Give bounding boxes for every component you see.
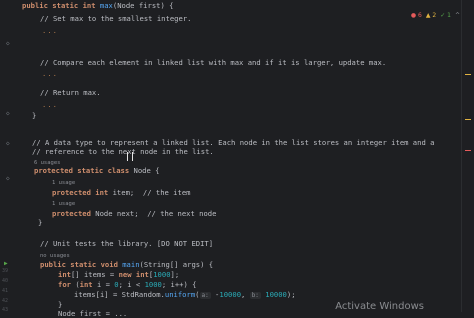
check-count-value: 1 — [447, 12, 451, 19]
code-token: ; i++) { — [161, 280, 197, 289]
check-count[interactable]: ✓ 1 — [440, 12, 451, 19]
code-token: main — [122, 260, 140, 269]
code-line[interactable]: protected static class Node { — [34, 166, 160, 175]
code-line[interactable]: for (int i = 0; i < 1000; i++) { — [58, 280, 197, 289]
code-token: public static int — [22, 1, 100, 10]
code-token: int — [58, 270, 71, 279]
error-count-value: 6 — [418, 12, 422, 19]
code-line[interactable]: } — [38, 218, 42, 227]
editor-gutter: ◇ ◇ ◇ ◇ ▶ 39 40 41 42 43 — [0, 0, 29, 313]
code-token: protected — [52, 209, 96, 218]
code-token: ; // the next node — [134, 209, 217, 218]
code-line[interactable]: ... — [42, 69, 58, 78]
code-token: item; // the item — [112, 188, 191, 197]
code-token: // reference to the next node in the lis… — [32, 147, 214, 156]
code-token: Node first = ... — [58, 309, 128, 318]
fold-icon[interactable]: ◇ — [6, 110, 10, 117]
code-token: public static void — [40, 260, 123, 269]
code-editor[interactable]: public static int max(Node first) { // S… — [22, 0, 462, 318]
code-token: ; i < — [118, 280, 145, 289]
code-token: ( — [195, 290, 200, 299]
code-line[interactable]: Node first = ... — [58, 309, 127, 318]
code-token: protected int — [52, 188, 113, 197]
code-token: 10000 — [265, 290, 287, 299]
parameter-hint: b: — [249, 292, 261, 299]
code-token: ); — [286, 290, 296, 299]
code-line[interactable]: // A data type to represent a linked lis… — [32, 138, 434, 147]
code-line[interactable]: protected int item; // the item — [52, 188, 190, 197]
code-token: // Return max. — [40, 88, 101, 97]
code-token: [] items = — [70, 270, 119, 279]
code-token: // A data type to represent a linked lis… — [32, 138, 435, 147]
code-token: for — [58, 280, 76, 289]
code-token: new int — [118, 270, 149, 279]
code-token: protected static class — [34, 166, 134, 175]
code-token: ... — [42, 100, 58, 109]
code-line[interactable]: } — [32, 111, 36, 120]
code-line[interactable]: // Set max to the smallest integer. — [40, 14, 191, 23]
code-token: (String[] args) { — [139, 260, 214, 269]
code-token: // Set max to the smallest integer. — [40, 14, 192, 23]
fold-icon[interactable]: ◇ — [6, 40, 10, 47]
text-cursor-icon — [127, 152, 133, 161]
error-marker[interactable] — [465, 150, 471, 151]
code-token: uniform — [164, 290, 196, 299]
parameter-hint: a: — [199, 292, 211, 299]
code-line[interactable]: protected Node next; // the next node — [52, 209, 216, 218]
warning-count-value: 2 — [432, 12, 437, 19]
code-token: max — [99, 1, 113, 10]
code-token: , — [241, 290, 250, 299]
code-line[interactable]: ... — [42, 26, 58, 35]
code-line[interactable]: ... — [42, 100, 58, 109]
code-token: 1 usage — [52, 201, 76, 207]
code-token: } — [58, 300, 63, 309]
line-number: 42 — [2, 298, 9, 304]
code-token: // Unit tests the library. [DO NOT EDIT] — [40, 239, 214, 248]
code-line[interactable]: items[i] = StdRandom.uniform(a: -10000, … — [74, 290, 296, 299]
code-token: ... — [42, 69, 58, 78]
code-line[interactable]: // Compare each element in linked list w… — [40, 58, 386, 67]
code-token: 1 usage — [52, 180, 76, 186]
code-token: ]; — [170, 270, 180, 279]
code-token: } — [38, 218, 43, 227]
code-token: Node { — [133, 166, 160, 175]
code-token: 10000 — [219, 290, 242, 299]
code-line[interactable]: // reference to the next node in the lis… — [32, 147, 214, 156]
activate-windows-watermark: Activate Windows — [335, 301, 424, 312]
code-token: } — [32, 111, 37, 120]
code-token: Node — [95, 209, 117, 218]
line-number: 43 — [2, 307, 9, 313]
code-token: ... — [42, 26, 58, 35]
code-token: no usages — [40, 253, 70, 259]
code-line: 1 usage — [52, 198, 75, 209]
chevron-up-icon[interactable]: ^ — [455, 12, 460, 19]
code-token: 1000 — [144, 280, 162, 289]
code-token: next — [116, 209, 135, 218]
editor-scrollbar[interactable] — [461, 0, 474, 312]
code-line: 1 usage — [52, 177, 75, 188]
code-line[interactable]: } — [58, 300, 62, 309]
inspection-widget[interactable]: ● 6 ▲ 2 ✓ 1 ^ — [411, 12, 460, 19]
code-token: int — [79, 280, 97, 289]
code-token: (Node first) { — [112, 1, 174, 10]
fold-icon[interactable]: ◇ — [6, 140, 10, 147]
code-token: i = — [96, 280, 115, 289]
code-line[interactable]: // Unit tests the library. [DO NOT EDIT] — [40, 239, 213, 248]
warning-marker[interactable] — [465, 74, 471, 75]
code-line[interactable]: public static void main(String[] args) { — [40, 260, 213, 269]
line-number: 40 — [2, 278, 9, 284]
error-count[interactable]: ● 6 — [411, 12, 422, 19]
code-token: // Compare each element in linked list w… — [40, 58, 387, 67]
code-line[interactable]: public static int max(Node first) { — [22, 1, 173, 10]
code-line[interactable]: // Return max. — [40, 88, 101, 97]
run-icon[interactable]: ▶ — [4, 260, 8, 267]
code-token: 1000 — [153, 270, 171, 279]
warning-count[interactable]: ▲ 2 — [426, 12, 436, 19]
code-line[interactable]: int[] items = new int[1000]; — [58, 270, 179, 279]
line-number: 41 — [2, 288, 9, 294]
code-token: items[i] = StdRandom. — [74, 290, 165, 299]
fold-icon[interactable]: ◇ — [6, 175, 10, 182]
line-number: 39 — [2, 268, 9, 274]
warning-marker[interactable] — [465, 119, 471, 120]
